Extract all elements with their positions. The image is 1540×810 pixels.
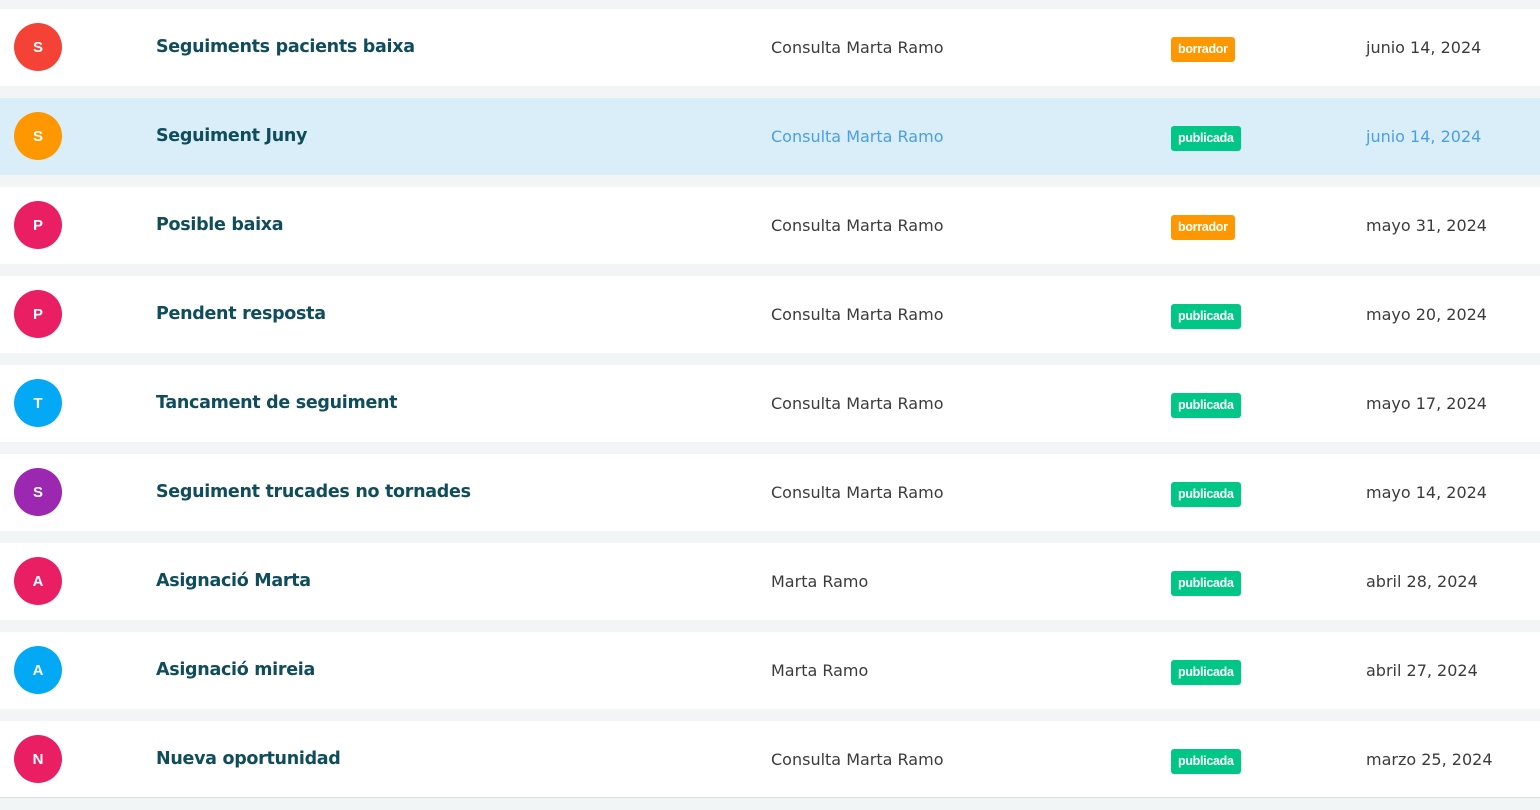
list-item[interactable]: N Nueva oportunidad Consulta Marta Ramo … <box>0 721 1540 798</box>
list-item[interactable]: A Asignació Marta Marta Ramo publicada a… <box>0 543 1540 620</box>
status-badge: borrador <box>1171 37 1235 62</box>
entry-author: Consulta Marta Ramo <box>771 38 944 57</box>
entry-title[interactable]: Seguiment trucades no tornades <box>156 454 471 531</box>
avatar: N <box>14 735 62 783</box>
avatar: T <box>14 379 62 427</box>
avatar: S <box>14 468 62 516</box>
avatar: S <box>14 112 62 160</box>
status-badge: publicada <box>1171 126 1241 151</box>
list-item[interactable]: P Pendent resposta Consulta Marta Ramo p… <box>0 276 1540 353</box>
entry-author: Consulta Marta Ramo <box>771 127 944 146</box>
status-badge: publicada <box>1171 393 1241 418</box>
avatar: P <box>14 290 62 338</box>
list-item[interactable]: S Seguiments pacients baixa Consulta Mar… <box>0 9 1540 86</box>
entry-title[interactable]: Nueva oportunidad <box>156 721 341 798</box>
avatar: P <box>14 201 62 249</box>
entry-date: mayo 31, 2024 <box>1366 216 1487 235</box>
entry-date: abril 28, 2024 <box>1366 572 1478 591</box>
entry-title[interactable]: Asignació Marta <box>156 543 311 620</box>
entry-author: Consulta Marta Ramo <box>771 216 944 235</box>
avatar: S <box>14 23 62 71</box>
status-badge: borrador <box>1171 215 1235 240</box>
entry-author: Consulta Marta Ramo <box>771 305 944 324</box>
entry-date: junio 14, 2024 <box>1366 127 1482 146</box>
entry-title[interactable]: Seguiment Juny <box>156 98 307 175</box>
entry-author: Consulta Marta Ramo <box>771 750 944 769</box>
entry-title[interactable]: Tancament de seguiment <box>156 365 398 442</box>
entry-date: mayo 17, 2024 <box>1366 394 1487 413</box>
list-item[interactable]: A Asignació mireia Marta Ramo publicada … <box>0 632 1540 709</box>
status-badge: publicada <box>1171 749 1241 774</box>
avatar: A <box>14 646 62 694</box>
entry-author: Consulta Marta Ramo <box>771 394 944 413</box>
status-badge: publicada <box>1171 660 1241 685</box>
list-item[interactable]: S Seguiment trucades no tornades Consult… <box>0 454 1540 531</box>
entry-date: abril 27, 2024 <box>1366 661 1478 680</box>
entries-list: S Seguiments pacients baixa Consulta Mar… <box>0 9 1540 810</box>
list-item[interactable]: T Tancament de seguiment Consulta Marta … <box>0 365 1540 442</box>
divider <box>0 797 1540 798</box>
entry-date: junio 14, 2024 <box>1366 38 1482 57</box>
entry-date: mayo 14, 2024 <box>1366 483 1487 502</box>
status-badge: publicada <box>1171 304 1241 329</box>
entry-title[interactable]: Seguiments pacients baixa <box>156 9 415 86</box>
status-badge: publicada <box>1171 571 1241 596</box>
entry-date: mayo 20, 2024 <box>1366 305 1487 324</box>
entry-title[interactable]: Pendent resposta <box>156 276 326 353</box>
list-item[interactable]: S Seguiment Juny Consulta Marta Ramo pub… <box>0 98 1540 175</box>
status-badge: publicada <box>1171 482 1241 507</box>
list-item[interactable]: P Posible baixa Consulta Marta Ramo borr… <box>0 187 1540 264</box>
entry-author: Marta Ramo <box>771 572 869 591</box>
avatar: A <box>14 557 62 605</box>
entry-author: Consulta Marta Ramo <box>771 483 944 502</box>
entry-date: marzo 25, 2024 <box>1366 750 1493 769</box>
entry-title[interactable]: Posible baixa <box>156 187 284 264</box>
entry-author: Marta Ramo <box>771 661 869 680</box>
entry-title[interactable]: Asignació mireia <box>156 632 315 709</box>
